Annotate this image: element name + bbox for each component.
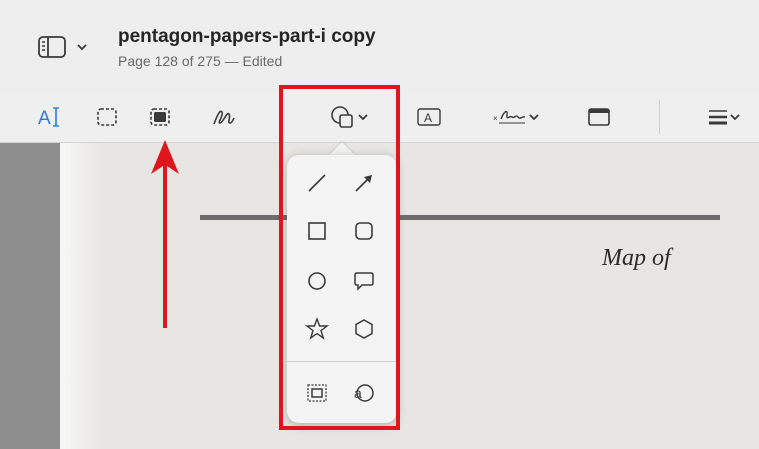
page-text-map-of: Map of bbox=[602, 245, 671, 271]
note-tool[interactable] bbox=[582, 102, 616, 132]
document-subtitle: Page 128 of 275 — Edited bbox=[118, 53, 283, 69]
sketch-pen-icon bbox=[213, 110, 235, 125]
line-style-icon bbox=[709, 110, 727, 125]
dashed-rectangle-icon bbox=[97, 108, 117, 126]
shape-style-tool[interactable] bbox=[698, 102, 750, 132]
red-arrow-annotation bbox=[151, 140, 179, 328]
page-rule-line bbox=[200, 215, 720, 220]
chevron-down-icon bbox=[730, 114, 740, 121]
sidebar-toggle-button[interactable] bbox=[36, 34, 94, 60]
filled-rectangle-icon bbox=[150, 108, 170, 126]
sign-tool[interactable]: × bbox=[486, 102, 546, 132]
toolbar-divider bbox=[659, 100, 660, 134]
svg-text:×: × bbox=[493, 114, 498, 123]
page-edge bbox=[60, 143, 104, 449]
rectangular-selection-tool[interactable] bbox=[90, 102, 124, 132]
document-title: pentagon-papers-part-i copy bbox=[118, 26, 376, 47]
svg-text:A: A bbox=[424, 111, 432, 125]
chevron-down-icon bbox=[77, 44, 87, 51]
svg-text:A: A bbox=[38, 108, 51, 129]
text-selection-tool[interactable]: A bbox=[33, 102, 69, 132]
sidebar-icon bbox=[38, 36, 66, 58]
signature-icon: × bbox=[493, 110, 526, 124]
redact-tool[interactable] bbox=[143, 102, 177, 132]
text-cursor-icon: A bbox=[38, 107, 59, 129]
text-box-tool[interactable]: A bbox=[412, 102, 446, 132]
sketch-tool[interactable] bbox=[206, 102, 242, 132]
text-box-icon: A bbox=[417, 108, 441, 126]
red-highlight-box bbox=[279, 85, 400, 430]
note-icon bbox=[588, 108, 610, 126]
title-bar: pentagon-papers-part-i copy Page 128 of … bbox=[0, 0, 759, 92]
chevron-down-icon bbox=[529, 114, 539, 121]
